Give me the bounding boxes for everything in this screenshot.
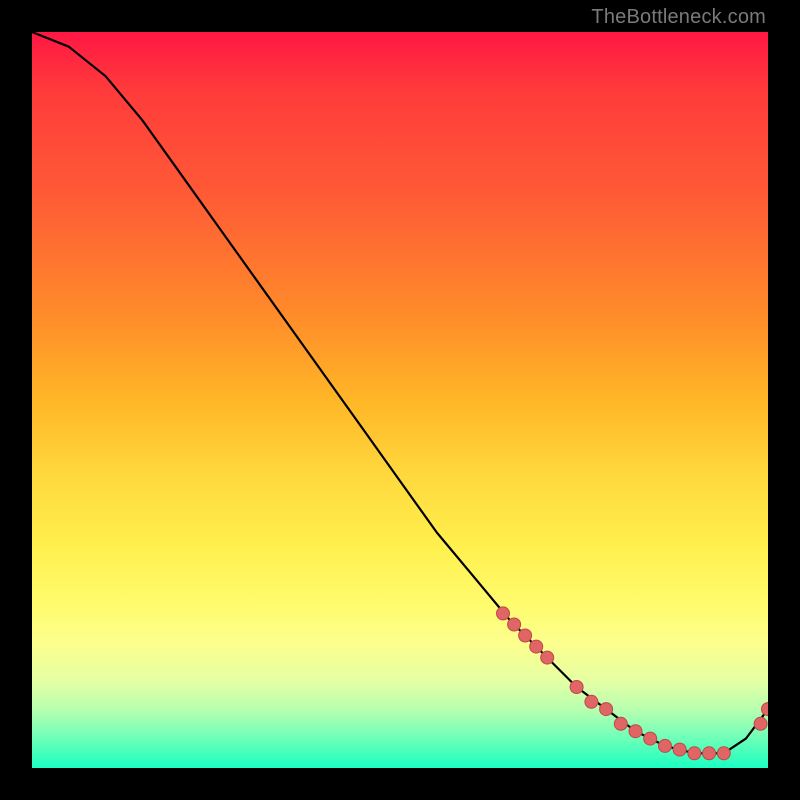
data-marker — [762, 703, 769, 716]
data-marker — [585, 695, 598, 708]
plot-area — [32, 32, 768, 768]
data-marker — [541, 651, 554, 664]
data-marker — [629, 725, 642, 738]
data-marker — [497, 607, 510, 620]
data-marker — [717, 747, 730, 760]
data-marker — [703, 747, 716, 760]
data-marker — [673, 743, 686, 756]
chart-svg — [32, 32, 768, 768]
data-marker — [644, 732, 657, 745]
data-marker — [614, 717, 627, 730]
data-marker — [570, 681, 583, 694]
data-marker — [659, 739, 672, 752]
chart-frame: TheBottleneck.com — [0, 0, 800, 800]
data-marker — [508, 618, 521, 631]
data-marker — [688, 747, 701, 760]
data-marker — [519, 629, 532, 642]
watermark-text: TheBottleneck.com — [591, 6, 766, 29]
curve-line — [32, 32, 768, 753]
data-marker — [600, 703, 613, 716]
data-marker — [530, 640, 543, 653]
data-marker — [754, 717, 767, 730]
